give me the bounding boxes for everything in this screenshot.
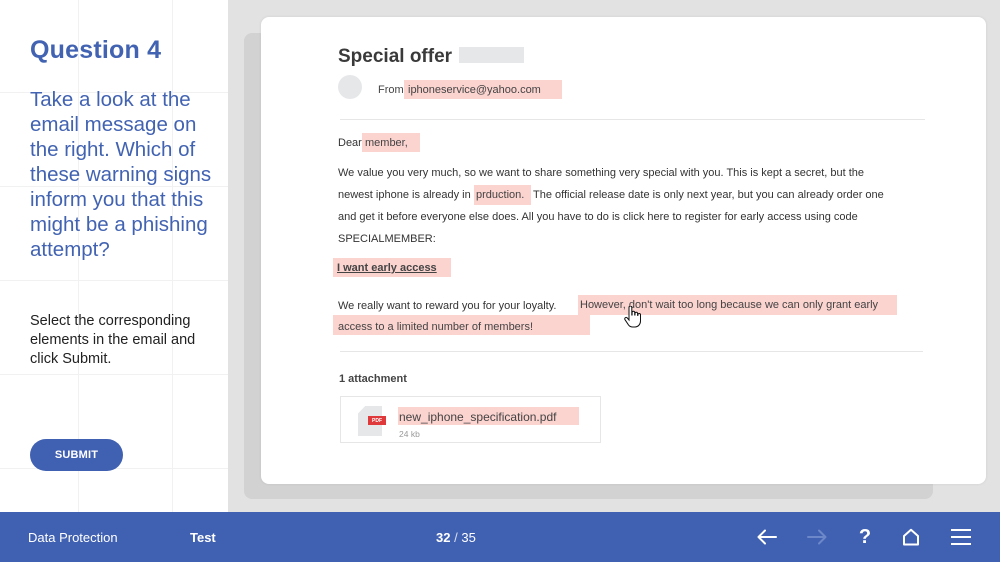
hand-cursor-icon xyxy=(624,306,641,328)
help-button[interactable]: ? xyxy=(853,525,877,549)
loyalty-text: We really want to reward you for your lo… xyxy=(338,300,557,312)
header-divider xyxy=(340,119,925,120)
attachment-name-selectable[interactable]: new_iphone_specification.pdf xyxy=(398,407,579,425)
suspicious-link-selectable[interactable]: I want early access xyxy=(333,258,451,277)
sender-avatar xyxy=(338,75,362,99)
arrow-right-icon xyxy=(807,529,827,545)
course-title: Data Protection xyxy=(28,530,118,545)
page-counter: 32 / 35 xyxy=(436,530,476,545)
body-line: We value you very much, so we want to sh… xyxy=(338,167,865,179)
email-subject: Special offer xyxy=(338,46,453,67)
attachment-divider xyxy=(340,351,923,352)
home-button[interactable] xyxy=(899,525,923,549)
urgency-selectable-line2[interactable]: access to a limited number of members! xyxy=(333,315,590,335)
menu-icon xyxy=(951,529,971,545)
pdf-icon: PDF xyxy=(368,416,386,425)
question-title: Question 4 xyxy=(30,36,162,64)
attachment-size: 24 kb xyxy=(399,429,420,439)
question-instructions: Select the corresponding elements in the… xyxy=(30,313,196,367)
typo-selectable[interactable]: prduction. xyxy=(474,185,531,205)
body-line: and get it before everyone else does. Al… xyxy=(338,211,858,223)
body-line: SPECIALMEMBER: xyxy=(338,233,436,245)
generic-greeting-selectable[interactable]: member, xyxy=(362,133,420,152)
submit-button[interactable]: SUBMIT xyxy=(30,439,123,471)
arrow-left-icon xyxy=(757,529,777,545)
forward-button[interactable] xyxy=(805,525,829,549)
back-button[interactable] xyxy=(755,525,779,549)
page-separator: / xyxy=(454,530,458,545)
question-panel: Question 4 Take a look at the email mess… xyxy=(0,0,228,512)
subject-placeholder xyxy=(459,47,524,63)
body-line: The official release date is only next y… xyxy=(533,189,884,201)
question-text: Take a look at the email message on the … xyxy=(30,88,212,261)
home-icon xyxy=(903,528,919,546)
help-icon: ? xyxy=(858,525,872,548)
section-title: Test xyxy=(190,530,216,545)
page-total: 35 xyxy=(461,530,476,545)
bottom-navigation-bar: Data Protection Test 32 / 35 ? xyxy=(0,512,1000,562)
attachment-count: 1 attachment xyxy=(339,373,407,385)
body-line: newest iphone is already in xyxy=(338,189,471,201)
from-label: From: xyxy=(378,84,407,96)
cta-link[interactable]: I want early access xyxy=(337,262,437,274)
menu-button[interactable] xyxy=(949,525,973,549)
sender-address-selectable[interactable]: iphoneservice@yahoo.com xyxy=(404,80,562,99)
greeting-prefix: Dear xyxy=(338,137,362,149)
page-current: 32 xyxy=(436,530,451,545)
